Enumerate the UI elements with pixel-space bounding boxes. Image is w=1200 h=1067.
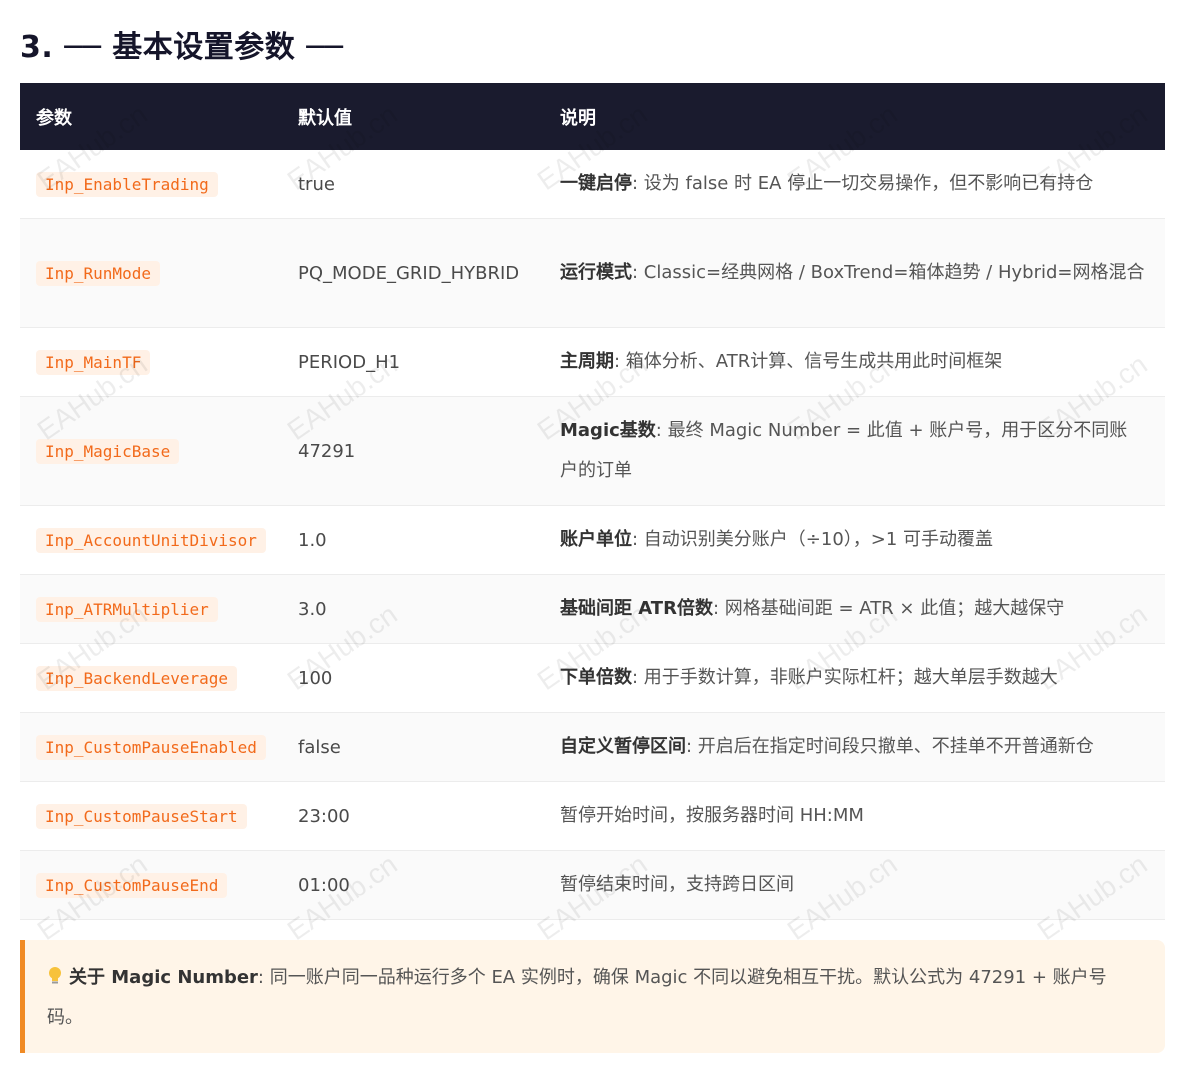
table-row: Inp_MainTF PERIOD_H1 主周期: 箱体分析、ATR计算、信号生… [20,328,1165,397]
description: 账户单位: 自动识别美分账户（÷10），>1 可手动覆盖 [560,520,1165,560]
description-text: 网格基础间距 = ATR × 此值；越大越保守 [724,598,1065,619]
description-term: 一键启停 [560,173,632,194]
param-name: Inp_CustomPauseStart [36,803,247,829]
param-name: Inp_ATRMultiplier [36,596,218,622]
header-description: 说明 [560,107,596,129]
table-row: Inp_RunMode PQ_MODE_GRID_HYBRID 运行模式: Cl… [20,219,1165,328]
description: 一键启停: 设为 false 时 EA 停止一切交易操作，但不影响已有持仓 [560,164,1165,204]
param-name: Inp_MainTF [36,349,151,375]
description: Magic基数: 最终 Magic Number = 此值 + 账户号，用于区分… [560,411,1165,491]
table-row: Inp_AccountUnitDivisor 1.0 账户单位: 自动识别美分账… [20,506,1165,575]
description-text: Classic=经典网格 / BoxTrend=箱体趋势 / Hybrid=网格… [643,262,1145,283]
table-row: Inp_EnableTrading true 一键启停: 设为 false 时 … [20,150,1165,219]
description-sep: : [632,667,644,688]
magic-number-note: 关于 Magic Number: 同一账户同一品种运行多个 EA 实例时，确保 … [20,940,1165,1053]
description-term: 基础间距 ATR倍数 [560,598,713,619]
table-header: 参数 默认值 说明 [20,83,1165,150]
description-text: 自动识别美分账户（÷10），>1 可手动覆盖 [643,529,994,550]
description-sep: : [655,420,668,441]
description: 基础间距 ATR倍数: 网格基础间距 = ATR × 此值；越大越保守 [560,589,1165,629]
description-sep: : [632,262,644,283]
description: 自定义暂停区间: 开启后在指定时间段只撤单、不挂单不开普通新仓 [560,727,1165,767]
default-value: PQ_MODE_GRID_HYBRID [298,262,520,284]
default-value: 100 [298,667,333,689]
settings-table: 参数 默认值 说明 Inp_EnableTrading true 一键启停: 设… [20,83,1165,920]
table-row: Inp_CustomPauseEnabled false 自定义暂停区间: 开启… [20,713,1165,782]
header-param: 参数 [36,107,72,129]
param-name: Inp_CustomPauseEnd [36,872,228,898]
description-text: 暂停开始时间，按服务器时间 HH:MM [560,805,864,826]
table-row: Inp_ATRMultiplier 3.0 基础间距 ATR倍数: 网格基础间距… [20,575,1165,644]
default-value: 23:00 [298,805,350,827]
header-default: 默认值 [298,107,352,129]
default-value: PERIOD_H1 [298,351,401,373]
description-term: Magic基数 [560,420,656,441]
table-row: Inp_CustomPauseEnd 01:00 暂停结束时间，支持跨日区间 [20,851,1165,920]
default-value: 1.0 [298,529,327,551]
param-name: Inp_EnableTrading [36,171,218,197]
param-name: Inp_MagicBase [36,438,180,464]
default-value: 3.0 [298,598,327,620]
section-title: 3. ── 基本设置参数 ── [20,30,344,65]
default-value: true [298,173,335,195]
description-sep: : [686,736,698,757]
param-name: Inp_RunMode [36,260,160,286]
description-sep: : [614,351,626,372]
table-row: Inp_CustomPauseStart 23:00 暂停开始时间，按服务器时间… [20,782,1165,851]
page: 3. ── 基本设置参数 ── 参数 默认值 说明 Inp_EnableTrad… [0,0,1200,1067]
note-term: 关于 Magic Number [69,967,258,988]
description: 主周期: 箱体分析、ATR计算、信号生成共用此时间框架 [560,342,1165,382]
description-text: 暂停结束时间，支持跨日区间 [560,874,794,895]
description-term: 运行模式 [560,262,632,283]
default-value: 01:00 [298,874,350,896]
description-sep: : [632,529,644,550]
note-sep: : [257,967,270,988]
description: 运行模式: Classic=经典网格 / BoxTrend=箱体趋势 / Hyb… [560,253,1165,293]
description-text: 箱体分析、ATR计算、信号生成共用此时间框架 [625,351,1003,372]
description: 暂停结束时间，支持跨日区间 [560,865,1165,905]
default-value: 47291 [298,440,356,462]
description-text: 用于手数计算，非账户实际杠杆；越大单层手数越大 [643,667,1058,688]
description: 暂停开始时间，按服务器时间 HH:MM [560,796,1165,836]
param-name: Inp_CustomPauseEnabled [36,734,266,760]
description-sep: : [632,173,644,194]
description-text: 设为 false 时 EA 停止一切交易操作，但不影响已有持仓 [643,173,1094,194]
description-term: 自定义暂停区间 [560,736,686,757]
description-sep: : [712,598,725,619]
description-term: 下单倍数 [560,667,632,688]
param-name: Inp_AccountUnitDivisor [36,527,266,553]
lightbulb-icon [47,958,63,998]
description-text: 开启后在指定时间段只撤单、不挂单不开普通新仓 [697,736,1094,757]
param-name: Inp_BackendLeverage [36,665,238,691]
description: 下单倍数: 用于手数计算，非账户实际杠杆；越大单层手数越大 [560,658,1165,698]
description-term: 主周期 [560,351,614,372]
default-value: false [298,736,341,758]
table-row: Inp_BackendLeverage 100 下单倍数: 用于手数计算，非账户… [20,644,1165,713]
description-term: 账户单位 [560,529,632,550]
table-row: Inp_MagicBase 47291 Magic基数: 最终 Magic Nu… [20,397,1165,506]
